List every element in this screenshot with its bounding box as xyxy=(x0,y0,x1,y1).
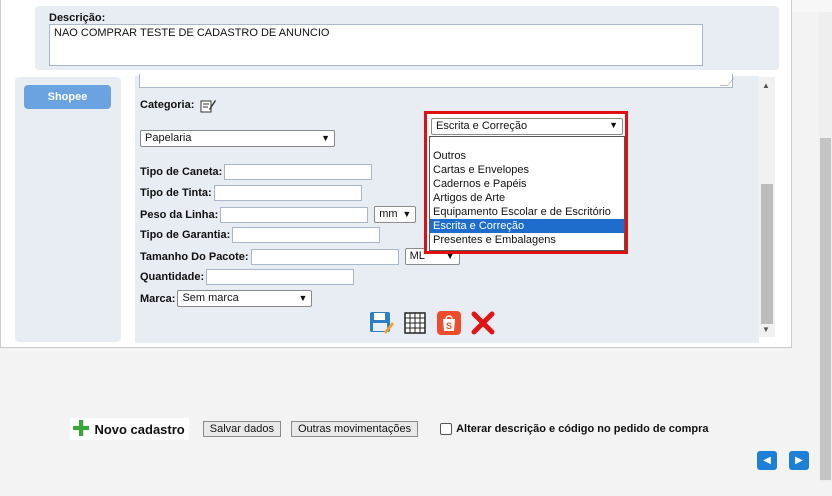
shopee-bag-icon[interactable]: S xyxy=(436,310,462,336)
tipo-garantia-row: Tipo de Garantia: xyxy=(140,227,381,243)
marca-row: Marca: Sem marca ▼ xyxy=(140,290,313,307)
tipo-tinta-row: Tipo de Tinta: xyxy=(140,185,362,201)
subcategory-selected-value: Escrita e Correção xyxy=(436,120,528,132)
peso-linha-input[interactable] xyxy=(220,206,369,223)
categoria-row: Categoria: xyxy=(140,98,217,113)
quantidade-row: Quantidade: xyxy=(140,269,355,285)
page-scrollbar[interactable] xyxy=(819,12,832,482)
option-cadernos-papeis[interactable]: Cadernos e Papéis xyxy=(430,177,624,191)
alterar-descricao-checkbox[interactable] xyxy=(440,423,453,435)
tamanho-pacote-label: Tamanho Do Pacote: xyxy=(140,250,249,263)
subcategory-options-list: Outros Cartas e Envelopes Cadernos e Pap… xyxy=(429,136,625,251)
marca-select[interactable]: Sem marca ▼ xyxy=(177,290,313,307)
tipo-garantia-input[interactable] xyxy=(232,227,381,243)
subcategory-select[interactable]: Escrita e Correção ▼ xyxy=(431,118,623,135)
inner-scrollbar[interactable]: ▲ ▼ xyxy=(759,77,775,337)
subcategory-dropdown: Escrita e Correção ▼ Outros Cartas e Env… xyxy=(424,111,628,254)
page-scroll-thumb[interactable] xyxy=(820,138,831,480)
svg-text:S: S xyxy=(446,321,452,331)
plus-icon: ✚ xyxy=(72,416,91,441)
option-outros[interactable]: Outros xyxy=(430,149,624,163)
alterar-descricao-label: Alterar descrição e código no pedido de … xyxy=(456,423,709,435)
resize-grip-icon[interactable] xyxy=(719,78,735,86)
tipo-tinta-input[interactable] xyxy=(213,185,362,201)
bottom-actions: ✚ Novo cadastro Salvar dados Outras movi… xyxy=(70,418,709,440)
shopee-button[interactable]: Shopee xyxy=(24,85,111,109)
option-artigos-arte[interactable]: Artigos de Arte xyxy=(430,191,624,205)
option-escrita-correcao[interactable]: Escrita e Correção xyxy=(430,219,624,233)
categoria-label: Categoria: xyxy=(140,99,195,111)
novo-cadastro-label: Novo cadastro xyxy=(94,421,185,437)
description-panel: Descrição: NAO COMPRAR TESTE DE CADASTRO… xyxy=(35,6,779,70)
tamanho-pacote-input[interactable] xyxy=(250,248,399,265)
tamanho-pacote-row: Tamanho Do Pacote: ML ▼ xyxy=(140,248,460,265)
tipo-caneta-label: Tipo de Caneta: xyxy=(140,166,223,178)
quantidade-label: Quantidade: xyxy=(140,271,205,283)
alterar-descricao-option[interactable]: Alterar descrição e código no pedido de … xyxy=(440,423,709,435)
textarea-bottom[interactable] xyxy=(139,74,735,88)
peso-linha-row: Peso da Linha: mm ▼ xyxy=(140,206,417,223)
form-frame: Descrição: NAO COMPRAR TESTE DE CADASTRO… xyxy=(0,0,792,348)
scroll-thumb[interactable] xyxy=(761,184,773,324)
quantidade-input[interactable] xyxy=(206,269,355,285)
chevron-down-icon: ▼ xyxy=(609,120,618,130)
categoria-select-row: Papelaria ▼ xyxy=(140,130,335,147)
tamanho-unit-value: ML xyxy=(409,250,425,262)
marketplace-sidebar: Shopee xyxy=(15,77,121,342)
chevron-down-icon: ▼ xyxy=(298,293,308,303)
salvar-dados-button[interactable]: Salvar dados xyxy=(202,421,281,437)
grid-icon[interactable] xyxy=(402,310,428,336)
peso-unit-select[interactable]: mm ▼ xyxy=(374,206,417,223)
option-cartas-envelopes[interactable]: Cartas e Envelopes xyxy=(430,163,624,177)
scroll-down-icon[interactable]: ▼ xyxy=(762,325,770,334)
description-textarea[interactable]: NAO COMPRAR TESTE DE CADASTRO DE ANUNCIO xyxy=(49,24,703,66)
tipo-caneta-input[interactable] xyxy=(224,164,373,180)
description-label: Descrição: xyxy=(49,12,106,24)
tipo-caneta-row: Tipo de Caneta: xyxy=(140,164,373,180)
novo-cadastro-button[interactable]: ✚ Novo cadastro xyxy=(70,418,189,440)
previous-arrow-icon[interactable]: ◀ xyxy=(757,451,777,470)
outras-movimentacoes-button[interactable]: Outras movimentações xyxy=(290,421,419,437)
scroll-up-icon[interactable]: ▲ xyxy=(762,81,770,90)
delete-x-icon[interactable] xyxy=(470,310,496,336)
peso-unit-value: mm xyxy=(379,208,398,220)
chevron-down-icon: ▼ xyxy=(321,133,330,143)
marca-label: Marca: xyxy=(140,292,176,305)
tipo-tinta-label: Tipo de Tinta: xyxy=(140,187,212,199)
option-presentes-embalagens[interactable]: Presentes e Embalagens xyxy=(430,233,624,247)
action-toolbar: S xyxy=(368,310,496,336)
categoria-select[interactable]: Papelaria ▼ xyxy=(140,130,335,147)
edit-icon[interactable] xyxy=(200,98,217,113)
chevron-down-icon: ▼ xyxy=(402,209,412,219)
peso-linha-label: Peso da Linha: xyxy=(140,208,219,221)
option-equipamento-escolar[interactable]: Equipamento Escolar e de Escritório xyxy=(430,205,624,219)
marca-select-value: Sem marca xyxy=(182,292,239,304)
save-icon[interactable] xyxy=(368,310,394,336)
next-arrow-icon[interactable]: ▶ xyxy=(789,451,809,470)
tipo-garantia-label: Tipo de Garantia: xyxy=(140,229,231,241)
categoria-select-value: Papelaria xyxy=(145,132,192,144)
